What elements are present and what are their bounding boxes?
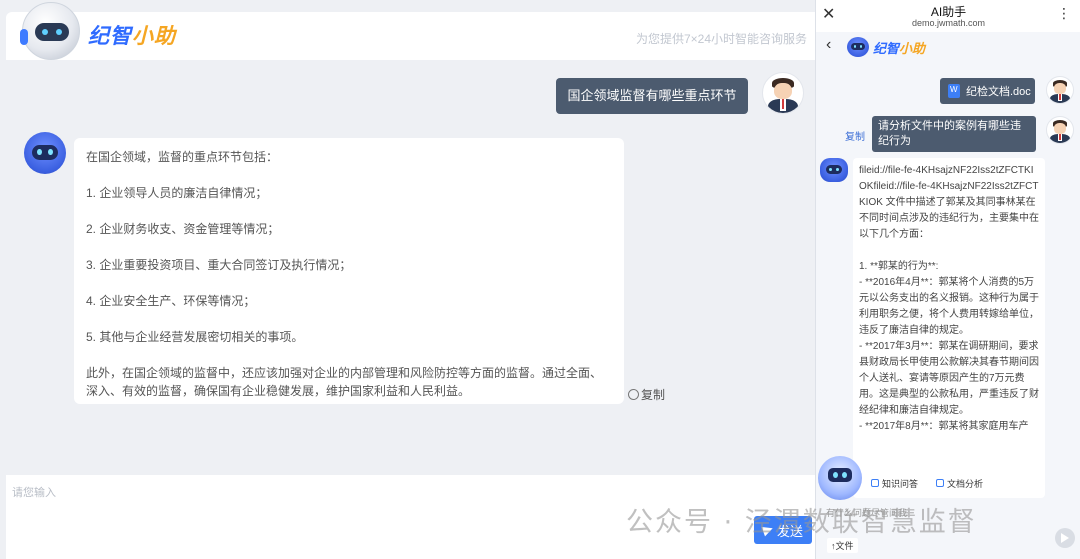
- answer-paragraph: 4. 企业安全生产、环保等情况；: [86, 294, 256, 308]
- brand-logo: 纪智小助: [88, 25, 176, 48]
- mobile-answer-card: fileid://file-fe-4KHsajzNF22Iss2tZFCTKIO…: [853, 158, 1045, 498]
- answer-paragraph: 1. 企业领导人员的廉洁自律情况；: [86, 186, 268, 200]
- assistant-answer-card: 在国企领域，监督的重点环节包括： 1. 企业领导人员的廉洁自律情况； 2. 企业…: [74, 138, 624, 404]
- mobile-title-bar: ✕ AI助手 demo.jwmath.com ⋮: [816, 0, 1080, 32]
- robot-logo-icon: [847, 37, 869, 57]
- message-input[interactable]: [12, 483, 612, 503]
- mobile-user-question-bubble: 请分析文件中的案例有哪些违纪行为: [872, 116, 1036, 152]
- chat-icon: [871, 479, 879, 487]
- mobile-user-avatar: [1046, 76, 1074, 104]
- mobile-answer-text: fileid://file-fe-4KHsajzNF22Iss2tZFCTKIO…: [859, 165, 1039, 432]
- answer-paragraph: 在国企领域，监督的重点环节包括：: [86, 150, 279, 164]
- doc-analysis-button[interactable]: 文档分析: [936, 477, 983, 490]
- mobile-user-avatar: [1046, 116, 1074, 144]
- mobile-assistant-avatar-icon: [820, 158, 848, 182]
- service-slogan: 为您提供7×24小时智能咨询服务: [635, 32, 807, 46]
- copy-answer-button[interactable]: 复制: [628, 386, 665, 403]
- assistant-avatar-icon: [24, 132, 66, 174]
- app-header: 纪智小助 为您提供7×24小时智能咨询服务: [6, 2, 815, 60]
- back-icon[interactable]: ‹: [826, 36, 831, 54]
- uploaded-file-bubble[interactable]: 纪检文档.doc: [940, 78, 1035, 104]
- user-avatar: [762, 72, 804, 114]
- answer-paragraph: 3. 企业重要投资项目、重大合同签订及执行情况；: [86, 258, 352, 272]
- knowledge-qa-button[interactable]: 知识问答: [871, 477, 918, 490]
- desktop-chat-app: 纪智小助 为您提供7×24小时智能咨询服务 国企领域监督有哪些重点环节 在国企领…: [0, 0, 815, 559]
- robot-mascot-icon: [818, 456, 862, 500]
- word-doc-icon: [948, 84, 960, 98]
- mobile-brand-logo: 纪智小助: [873, 41, 926, 56]
- mobile-copy-button[interactable]: 复制: [845, 128, 865, 143]
- more-icon[interactable]: ⋮: [1057, 5, 1071, 22]
- robot-logo-icon: [20, 2, 80, 60]
- folder-icon: [936, 479, 945, 487]
- answer-paragraph: 5. 其他与企业经营发展密切相关的事项。: [86, 330, 304, 344]
- upload-file-button[interactable]: ↑文件: [827, 538, 858, 553]
- mobile-url: demo.jwmath.com: [911, 18, 986, 28]
- answer-paragraph: 2. 企业财务收支、资金管理等情况；: [86, 222, 280, 236]
- mobile-send-icon[interactable]: [1055, 528, 1075, 548]
- answer-paragraph: 此外，在国企领域的监督中，还应该加强对企业的内部管理和风险防控等方面的监督。通过…: [86, 366, 603, 398]
- mobile-tool-bar: 知识问答 文档分析: [853, 474, 1045, 492]
- watermark: 公众号 · 泾渭数联智慧监督: [626, 507, 977, 538]
- mobile-nav-bar: ‹ 纪智小助: [816, 32, 1080, 62]
- user-question-bubble: 国企领域监督有哪些重点环节: [556, 78, 748, 114]
- copy-icon: [628, 389, 639, 400]
